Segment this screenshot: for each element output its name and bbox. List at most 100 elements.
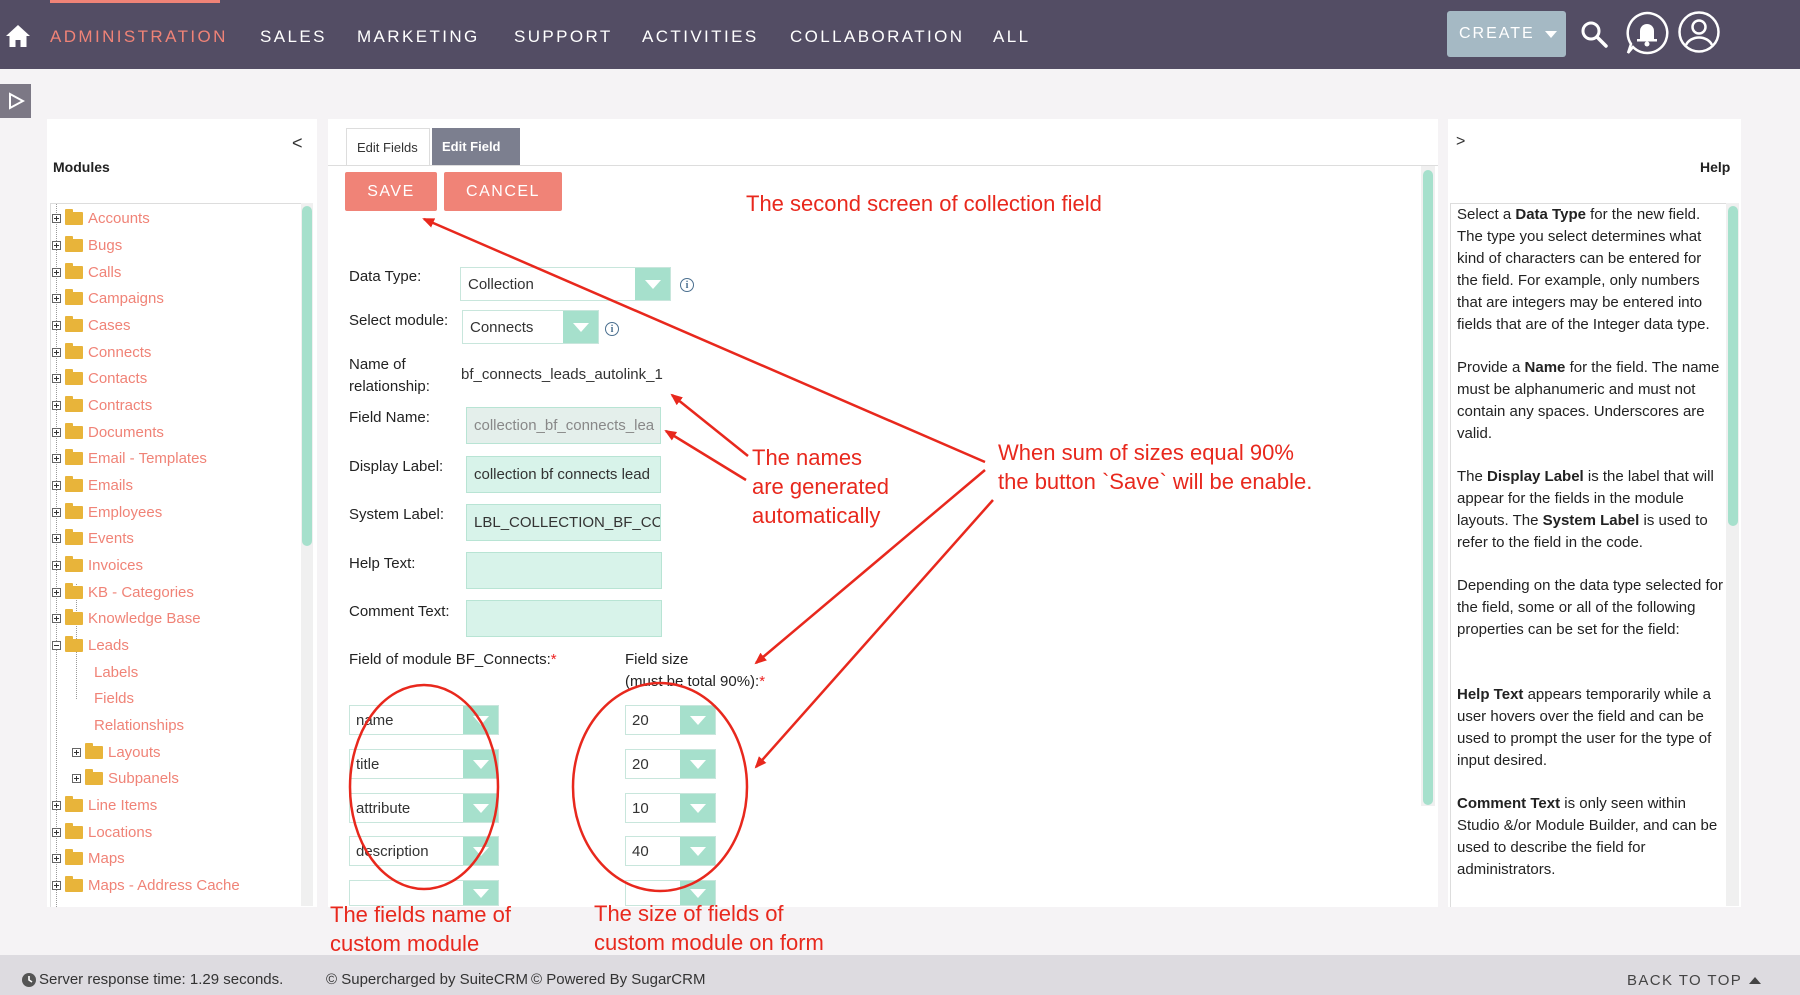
help-scrollbar-thumb[interactable] bbox=[1728, 206, 1738, 526]
field-select-3[interactable]: attribute bbox=[349, 793, 499, 823]
chevron-down-icon bbox=[563, 311, 598, 343]
field-name-input: collection_bf_connects_lea bbox=[466, 407, 661, 444]
suitecrm-credit[interactable]: © Supercharged by SuiteCRM bbox=[326, 971, 528, 988]
module-employees[interactable]: Employees bbox=[52, 500, 162, 524]
relationship-name-value: bf_connects_leads_autolink_1 bbox=[461, 366, 663, 383]
module-connects[interactable]: Connects bbox=[52, 340, 151, 364]
leads-fields[interactable]: Fields bbox=[94, 686, 134, 710]
module-invoices[interactable]: Invoices bbox=[52, 553, 143, 577]
size-select-3[interactable]: 10 bbox=[625, 793, 716, 823]
module-knowledge-base[interactable]: Knowledge Base bbox=[52, 606, 201, 630]
save-button[interactable]: SAVE bbox=[345, 172, 437, 211]
tab-edit-field[interactable]: Edit Field bbox=[432, 128, 520, 165]
chevron-down-icon bbox=[635, 268, 670, 300]
module-maps-address-cache[interactable]: Maps - Address Cache bbox=[52, 873, 240, 897]
module-kb-categories[interactable]: KB - Categories bbox=[52, 580, 194, 604]
folder-icon bbox=[65, 502, 83, 519]
module-calls[interactable]: Calls bbox=[52, 260, 121, 284]
sidebar-toggle-button[interactable] bbox=[0, 84, 31, 118]
size-select-4[interactable]: 40 bbox=[625, 836, 716, 866]
modules-tree: Accounts Bugs Calls Campaigns Cases Conn… bbox=[50, 203, 301, 907]
nav-activities[interactable]: ACTIVITIES bbox=[642, 27, 759, 47]
module-documents[interactable]: Documents bbox=[52, 420, 164, 444]
modules-collapse-button[interactable]: < bbox=[292, 133, 303, 154]
module-contracts[interactable]: Contracts bbox=[52, 393, 152, 417]
clock-icon bbox=[22, 973, 36, 987]
user-profile-icon[interactable] bbox=[1677, 10, 1721, 54]
folder-icon bbox=[65, 262, 83, 279]
leads-layouts[interactable]: Layouts bbox=[72, 740, 161, 764]
module-campaigns[interactable]: Campaigns bbox=[52, 286, 164, 310]
nav-all[interactable]: ALL bbox=[993, 27, 1030, 47]
size-select-2[interactable]: 20 bbox=[625, 749, 716, 779]
fields-column-label: Field of module BF_Connects:* bbox=[349, 651, 557, 668]
folder-icon bbox=[65, 368, 83, 385]
module-cases[interactable]: Cases bbox=[52, 313, 131, 337]
info-icon[interactable]: i bbox=[680, 278, 694, 292]
size-select-1[interactable]: 20 bbox=[625, 705, 716, 735]
relationship-label-line2: relationship: bbox=[349, 378, 430, 395]
data-type-value: Collection bbox=[468, 275, 534, 293]
chevron-down-icon bbox=[680, 750, 715, 778]
module-maps[interactable]: Maps bbox=[52, 846, 125, 870]
comment-text-input[interactable] bbox=[466, 600, 662, 637]
help-paragraph-properties: Depending on the data type selected for … bbox=[1457, 577, 1724, 638]
module-email-templates[interactable]: Email - Templates bbox=[52, 446, 207, 470]
center-scrollbar-thumb[interactable] bbox=[1423, 170, 1433, 805]
leads-relationships[interactable]: Relationships bbox=[94, 713, 184, 737]
nav-sales[interactable]: SALES bbox=[260, 27, 327, 47]
module-contacts[interactable]: Contacts bbox=[52, 366, 147, 390]
system-label-label: System Label: bbox=[349, 506, 445, 523]
notification-bell-icon[interactable] bbox=[1624, 10, 1670, 56]
module-leads[interactable]: Leads bbox=[52, 633, 129, 657]
select-module-label: Select module: bbox=[349, 312, 449, 329]
leads-subpanels[interactable]: Subpanels bbox=[72, 766, 179, 790]
module-events[interactable]: Events bbox=[52, 526, 134, 550]
annotation-fields-line2: custom module bbox=[330, 931, 480, 956]
leads-labels[interactable]: Labels bbox=[94, 660, 138, 684]
top-navigation: ADMINISTRATION SALES MARKETING SUPPORT A… bbox=[0, 0, 1800, 69]
help-paragraph-name: Provide a Name for the field. The name m… bbox=[1457, 359, 1720, 442]
annotation-fields-line1: The fields name of bbox=[330, 902, 511, 927]
help-paragraph-labels: The Display Label is the label that will… bbox=[1457, 468, 1714, 551]
folder-icon bbox=[85, 768, 103, 785]
home-icon[interactable] bbox=[5, 23, 31, 49]
module-accounts[interactable]: Accounts bbox=[52, 206, 150, 230]
tab-edit-fields[interactable]: Edit Fields bbox=[346, 128, 430, 165]
cancel-button[interactable]: CANCEL bbox=[444, 172, 562, 211]
annotation-names-line3: automatically bbox=[752, 503, 881, 528]
search-icon[interactable] bbox=[1580, 20, 1608, 48]
field-select-4[interactable]: description bbox=[349, 836, 499, 866]
folder-icon bbox=[65, 582, 83, 599]
sugarcrm-credit[interactable]: © Powered By SugarCRM bbox=[531, 971, 705, 988]
folder-icon bbox=[65, 608, 83, 625]
folder-icon bbox=[65, 315, 83, 332]
modules-scrollbar-thumb[interactable] bbox=[302, 206, 312, 546]
module-line-items[interactable]: Line Items bbox=[52, 793, 157, 817]
field-select-1[interactable]: name bbox=[349, 705, 499, 735]
nav-support[interactable]: SUPPORT bbox=[514, 27, 613, 47]
play-arrow-icon bbox=[8, 92, 25, 110]
help-paragraph-help-text: Help Text appears temporarily while a us… bbox=[1457, 686, 1712, 769]
help-collapse-button[interactable]: > bbox=[1456, 133, 1465, 151]
nav-marketing[interactable]: MARKETING bbox=[357, 27, 480, 47]
field-name-label: Field Name: bbox=[349, 409, 430, 426]
module-locations[interactable]: Locations bbox=[52, 820, 152, 844]
nav-administration[interactable]: ADMINISTRATION bbox=[50, 27, 228, 47]
system-label-input[interactable]: LBL_COLLECTION_BF_CC bbox=[466, 504, 661, 541]
select-module-select[interactable]: Connects bbox=[462, 310, 599, 344]
module-emails[interactable]: Emails bbox=[52, 473, 133, 497]
data-type-select[interactable]: Collection bbox=[460, 267, 671, 301]
info-icon[interactable]: i bbox=[605, 322, 619, 336]
display-label-input[interactable]: collection bf connects lead bbox=[466, 456, 661, 493]
annotation-second-screen: The second screen of collection field bbox=[746, 191, 1102, 216]
help-text-input[interactable] bbox=[466, 552, 662, 589]
help-paragraph-comment-text: Comment Text is only seen within Studio … bbox=[1457, 795, 1718, 878]
module-bugs[interactable]: Bugs bbox=[52, 233, 122, 257]
create-button[interactable]: CREATE bbox=[1447, 11, 1566, 57]
folder-icon bbox=[65, 822, 83, 839]
folder-icon bbox=[65, 342, 83, 359]
nav-collaboration[interactable]: COLLABORATION bbox=[790, 27, 964, 47]
back-to-top-link[interactable]: BACK TO TOP bbox=[1627, 972, 1762, 989]
field-select-2[interactable]: title bbox=[349, 749, 499, 779]
